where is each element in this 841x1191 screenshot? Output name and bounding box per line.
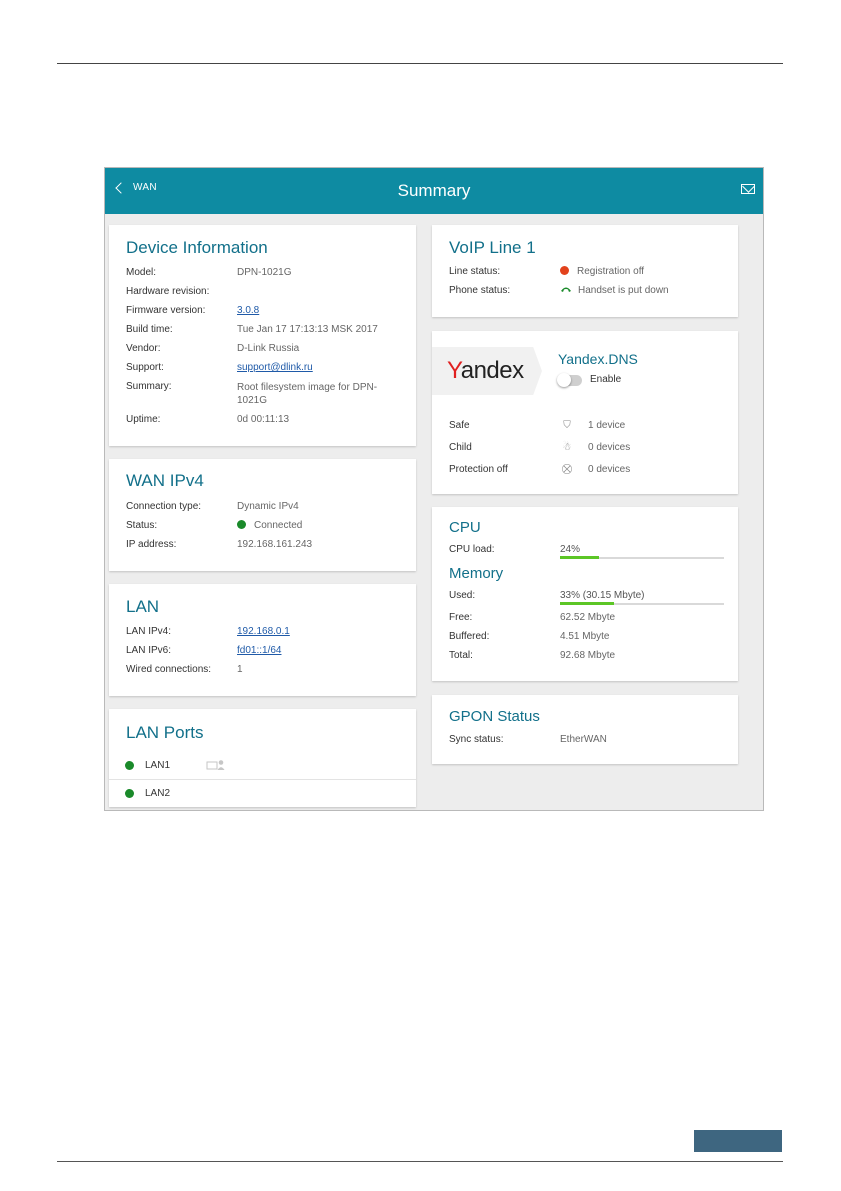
lan-ports-title: LAN Ports [126, 723, 204, 742]
yandex-dns-title: Yandex.DNS [558, 351, 638, 367]
line-status-dot [560, 266, 569, 275]
phone-status-row: Phone status: Handset is put down [449, 285, 669, 296]
cpu-load-row: CPU load: 24% [449, 544, 728, 566]
dns-mode-row: Protection off ⛒ 0 devices [449, 464, 631, 475]
memory-buffered-row: Buffered: 4.51 Mbyte [449, 631, 610, 642]
yandex-logo: Yandex [432, 347, 542, 395]
memory-title: Memory [449, 565, 504, 582]
port-status-dot [125, 789, 134, 798]
child-icon: ☃ [562, 442, 572, 453]
page-bottom-rule [57, 1161, 783, 1162]
yandex-dns-card: Yandex Yandex.DNS Enable Safe ⛉ 1 device C… [432, 331, 738, 494]
enable-toggle[interactable] [557, 373, 582, 387]
shield-x-icon: ⛒ [561, 464, 573, 475]
memory-used-row: Used: 33% (30.15 Mbyte) [449, 590, 728, 612]
connection-type-row: Connection type: Dynamic IPv4 [126, 501, 299, 512]
summary-row: Summary: Root filesystem image for DPN-10… [126, 381, 378, 406]
phone-status-value: Handset is put down [578, 285, 669, 296]
memory-free-row: Free: 62.52 Mbyte [449, 612, 616, 623]
memory-used-value: 33% (30.15 Mbyte) [560, 590, 645, 601]
build-time-row: Build time: Tue Jan 17 17:13:13 MSK 2017 [126, 324, 378, 335]
line-status-value: Registration off [577, 266, 645, 277]
cpu-load-bar [560, 556, 724, 559]
wired-connections-row: Wired connections: 1 [126, 664, 243, 675]
gpon-status-card: GPON Status Sync status: EtherWAN [432, 695, 738, 764]
lan-port-row[interactable]: LAN2 [109, 779, 416, 807]
cpu-load-bar-fill [560, 556, 600, 559]
ip-address-row: IP address: 192.168.161.243 [126, 539, 313, 550]
memory-used-bar-fill [560, 602, 615, 605]
lan-port-row[interactable]: LAN1 [109, 751, 416, 779]
cpu-title: CPU [449, 519, 481, 536]
lan-title: LAN [126, 597, 160, 616]
voip-line-title: VoIP Line 1 [449, 238, 536, 257]
connected-status-dot [237, 520, 246, 529]
device-information-title: Device Information [126, 238, 268, 257]
lan-ipv4-link[interactable]: 192.168.0.1 [237, 626, 290, 637]
router-summary-screenshot: WAN Summary Device Information Model: DPN… [104, 167, 764, 811]
lan-card: LAN LAN IPv4: 192.168.0.1 LAN IPv6: fd01::… [109, 584, 416, 696]
enable-label: Enable [590, 374, 622, 385]
hardware-revision-row: Hardware revision: [126, 286, 210, 297]
lan-ports-card: LAN Ports LAN1 LAN2 [109, 709, 416, 807]
lan-port-label: LAN2 [145, 788, 171, 799]
status-value: Connected [254, 520, 303, 531]
handset-icon [561, 287, 571, 292]
status-row: Status: Connected [126, 520, 303, 531]
page-top-rule [57, 63, 783, 64]
firmware-version-row: Firmware version: 3.0.8 [126, 305, 260, 316]
memory-used-bar [560, 602, 724, 605]
model-row: Model: DPN-1021G [126, 267, 292, 278]
voip-line-card[interactable]: VoIP Line 1 Line status: Registration off… [432, 225, 738, 317]
port-status-dot [125, 760, 134, 770]
lan-ipv6-link[interactable]: fd01::1/64 [237, 645, 281, 656]
header-bar: WAN Summary [105, 168, 763, 214]
firmware-version-link[interactable]: 3.0.8 [237, 305, 259, 316]
page-title: Summary [397, 181, 471, 200]
device-information-card: Device Information Model: DPN-1021G Hardw… [109, 225, 416, 446]
support-email-link[interactable]: support@dlink.ru [237, 362, 313, 373]
shield-check-icon: ⛉ [563, 420, 571, 431]
dns-mode-row: Child ☃ 0 devices [449, 442, 631, 453]
mail-icon[interactable] [741, 184, 755, 194]
lan-port-label: LAN1 [145, 759, 171, 771]
memory-total-row: Total: 92.68 Mbyte [449, 650, 616, 661]
vendor-row: Vendor: D-Link Russia [126, 343, 300, 354]
connected-client-icon [206, 760, 225, 770]
wan-ipv4-title: WAN IPv4 [126, 471, 204, 490]
cpu-memory-card: CPU CPU load: 24% Memory Used: 33% (30.1… [432, 507, 738, 681]
lan-ipv6-row: LAN IPv6: fd01::1/64 [126, 645, 282, 656]
cpu-load-value: 24% [560, 544, 581, 555]
uptime-row: Uptime: 0d 00:11:13 [126, 414, 290, 425]
sync-status-row: Sync status: EtherWAN [449, 734, 607, 745]
dns-mode-row: Safe ⛉ 1 device [449, 420, 626, 431]
lan-ipv4-row: LAN IPv4: 192.168.0.1 [126, 626, 290, 637]
gpon-status-title: GPON Status [449, 708, 540, 725]
line-status-row: Line status: Registration off [449, 266, 645, 277]
wan-ipv4-card[interactable]: WAN IPv4 Connection type: Dynamic IPv4 St… [109, 459, 416, 571]
support-row: Support: support@dlink.ru [126, 362, 313, 373]
page-number-tab [694, 1130, 782, 1152]
